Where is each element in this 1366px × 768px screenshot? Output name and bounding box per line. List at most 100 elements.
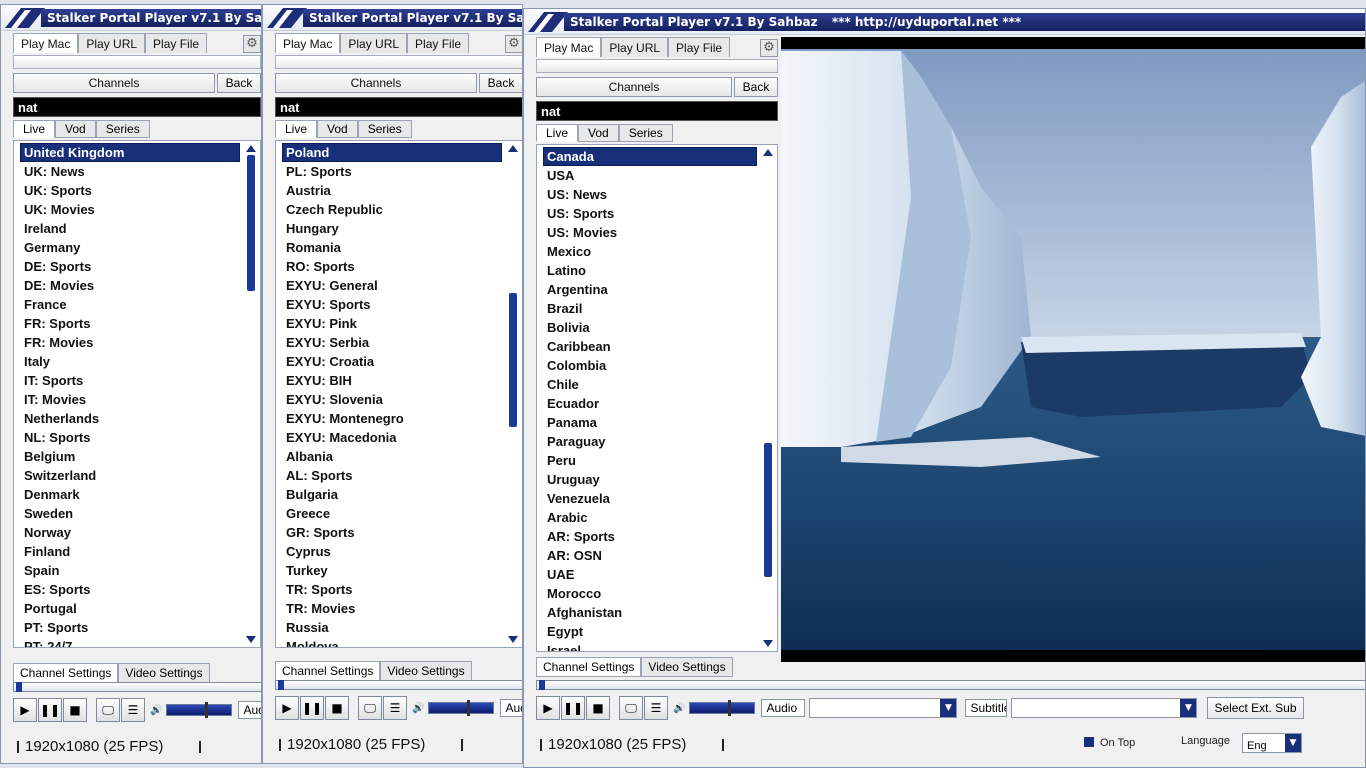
list-item[interactable]: Venezuela — [543, 489, 757, 508]
channels-button[interactable]: Channels — [536, 77, 732, 97]
scroll-up-icon[interactable] — [508, 145, 518, 152]
tab-play-url[interactable]: Play URL — [601, 37, 669, 57]
tab-video-settings[interactable]: Video Settings — [641, 657, 733, 677]
title-bar[interactable]: Stalker Portal Player v7.1 By Sahbaz — [1, 5, 261, 31]
channels-button[interactable]: Channels — [275, 73, 477, 93]
scroll-thumb[interactable] — [764, 443, 772, 577]
tab-series[interactable]: Series — [618, 124, 673, 142]
list-item[interactable]: Cyprus — [282, 542, 502, 561]
play-icon[interactable]: ▶ — [536, 696, 560, 720]
list-item[interactable]: Israel — [543, 641, 757, 651]
list-item[interactable]: Switzerland — [20, 466, 240, 485]
tab-play-file[interactable]: Play File — [407, 33, 470, 53]
chevron-down-icon[interactable]: ▼ — [940, 699, 957, 717]
list-item[interactable]: USA — [543, 166, 757, 185]
list-item[interactable]: Norway — [20, 523, 240, 542]
list-item[interactable]: TR: Sports — [282, 580, 502, 599]
back-button[interactable]: Back — [217, 73, 261, 93]
list-item[interactable]: EXYU: Pink — [282, 314, 502, 333]
list-item[interactable]: Peru — [543, 451, 757, 470]
pause-icon[interactable]: ❚❚ — [300, 696, 324, 720]
tab-play-url[interactable]: Play URL — [78, 33, 146, 53]
list-item[interactable]: France — [20, 295, 240, 314]
list-item[interactable]: Paraguay — [543, 432, 757, 451]
list-item[interactable]: EXYU: Croatia — [282, 352, 502, 371]
list-item[interactable]: Bolivia — [543, 318, 757, 337]
list-scrollbar[interactable] — [761, 147, 775, 649]
list-item[interactable]: FR: Movies — [20, 333, 240, 352]
list-item[interactable]: ES: Sports — [20, 580, 240, 599]
list-item[interactable]: Romania — [282, 238, 502, 257]
tab-live[interactable]: Live — [275, 120, 318, 138]
list-item[interactable]: TR: Movies — [282, 599, 502, 618]
list-item[interactable]: EXYU: Serbia — [282, 333, 502, 352]
tab-channel-settings[interactable]: Channel Settings — [13, 663, 119, 683]
audio-field[interactable]: Audio — [500, 699, 522, 717]
title-bar[interactable]: Stalker Portal Player v7.1 By Sahbaz ***… — [524, 9, 1365, 35]
scroll-down-icon[interactable] — [763, 640, 773, 647]
channels-button[interactable]: Channels — [13, 73, 215, 93]
tab-play-file[interactable]: Play File — [668, 37, 731, 57]
playlist-icon[interactable]: ☰ — [121, 698, 145, 722]
playlist-icon[interactable]: ☰ — [383, 696, 407, 720]
list-item[interactable]: US: Movies — [543, 223, 757, 242]
list-item[interactable]: Arabic — [543, 508, 757, 527]
play-icon[interactable]: ▶ — [275, 696, 299, 720]
scroll-up-icon[interactable] — [763, 149, 773, 156]
tab-play-mac[interactable]: Play Mac — [13, 33, 79, 53]
list-item[interactable]: Chile — [543, 375, 757, 394]
list-item[interactable]: AR: Sports — [543, 527, 757, 546]
scroll-down-icon[interactable] — [508, 636, 518, 643]
scroll-up-icon[interactable] — [246, 145, 256, 152]
list-item[interactable]: UAE — [543, 565, 757, 584]
language-select[interactable]: Eng ▼ — [1242, 733, 1302, 753]
back-button[interactable]: Back — [734, 77, 778, 97]
volume-slider[interactable] — [689, 700, 756, 716]
audio-field[interactable]: Audio — [238, 701, 261, 719]
back-button[interactable]: Back — [479, 73, 522, 93]
tab-video-settings[interactable]: Video Settings — [118, 663, 210, 683]
screen-icon[interactable]: 🖵 — [358, 696, 382, 720]
volume-slider[interactable] — [428, 700, 495, 716]
search-input[interactable]: nat — [536, 101, 778, 121]
list-item[interactable]: UK: Sports — [20, 181, 240, 200]
pause-icon[interactable]: ❚❚ — [561, 696, 585, 720]
list-item[interactable]: PT: 24/7 — [20, 637, 240, 647]
list-item[interactable]: FR: Sports — [20, 314, 240, 333]
title-bar[interactable]: Stalker Portal Player v7.1 By Sahbaz — [263, 5, 522, 31]
list-item[interactable]: Greece — [282, 504, 502, 523]
tab-series[interactable]: Series — [357, 120, 412, 138]
scroll-down-icon[interactable] — [246, 636, 256, 643]
list-item[interactable]: Panama — [543, 413, 757, 432]
list-item[interactable]: RO: Sports — [282, 257, 502, 276]
list-item[interactable]: EXYU: Montenegro — [282, 409, 502, 428]
list-item[interactable]: EXYU: General — [282, 276, 502, 295]
list-item[interactable]: Czech Republic — [282, 200, 502, 219]
stop-icon[interactable]: ■ — [586, 696, 610, 720]
list-item-selected[interactable]: Canada — [543, 147, 757, 166]
list-item[interactable]: Italy — [20, 352, 240, 371]
list-item[interactable]: AR: OSN — [543, 546, 757, 565]
pause-icon[interactable]: ❚❚ — [38, 698, 62, 722]
tab-play-url[interactable]: Play URL — [340, 33, 408, 53]
list-item[interactable]: Moldova — [282, 637, 502, 647]
list-item[interactable]: EXYU: Slovenia — [282, 390, 502, 409]
video-viewport[interactable] — [781, 37, 1365, 662]
playlist-icon[interactable]: ☰ — [644, 696, 668, 720]
stop-icon[interactable]: ■ — [63, 698, 87, 722]
list-item[interactable]: Ecuador — [543, 394, 757, 413]
list-item[interactable]: Colombia — [543, 356, 757, 375]
list-item[interactable]: Russia — [282, 618, 502, 637]
list-item[interactable]: Latino — [543, 261, 757, 280]
audio-track-select[interactable]: ▼ — [809, 698, 958, 718]
list-item[interactable]: IT: Movies — [20, 390, 240, 409]
list-item[interactable]: EXYU: Macedonia — [282, 428, 502, 447]
list-item[interactable]: Ireland — [20, 219, 240, 238]
list-item[interactable]: EXYU: Sports — [282, 295, 502, 314]
list-item[interactable]: Spain — [20, 561, 240, 580]
list-item[interactable]: GR: Sports — [282, 523, 502, 542]
gear-icon[interactable]: ⚙ — [760, 39, 778, 57]
gear-icon[interactable]: ⚙ — [505, 35, 522, 53]
list-item[interactable]: EXYU: BIH — [282, 371, 502, 390]
list-item[interactable]: Netherlands — [20, 409, 240, 428]
